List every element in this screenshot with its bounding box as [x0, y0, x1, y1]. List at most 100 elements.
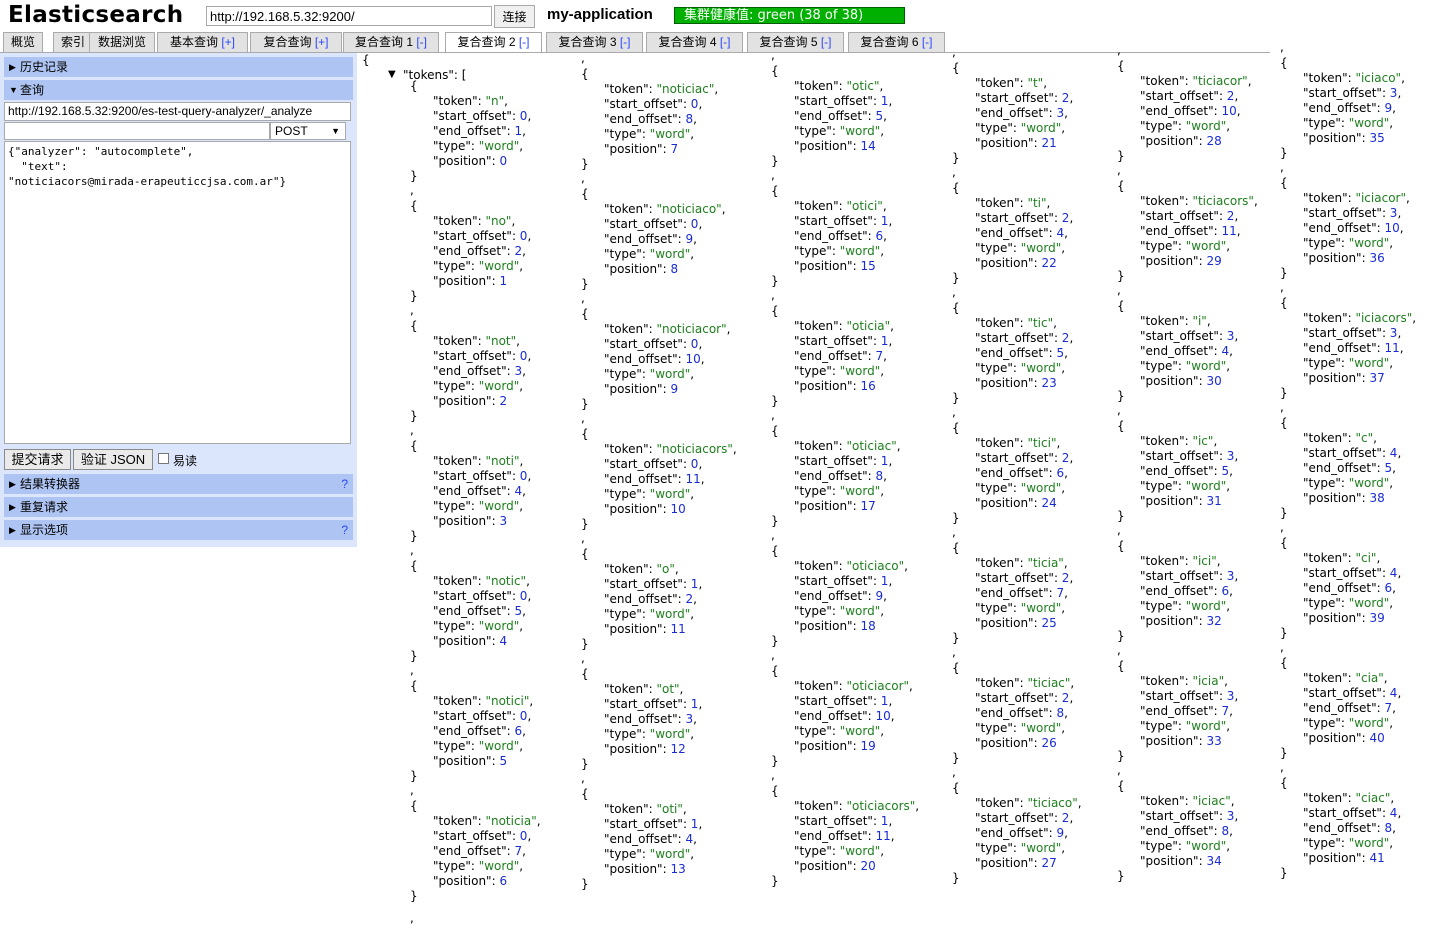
tab-2[interactable]: 数据浏览	[89, 32, 155, 52]
json-key: "type":	[433, 379, 479, 393]
comma: ,	[883, 229, 887, 243]
tab-action[interactable]: [-]	[413, 35, 427, 49]
json-value: "word"	[1185, 839, 1227, 853]
comma: ,	[536, 814, 541, 828]
token-field-row: "start_offset": 0,	[433, 829, 531, 843]
json-key: "position":	[794, 619, 861, 633]
comma: ,	[888, 694, 893, 708]
json-key: "end_offset":	[975, 466, 1057, 480]
comma: ,	[1230, 794, 1235, 808]
json-value: "word"	[1348, 716, 1390, 730]
token-field-row: "start_offset": 2,	[975, 811, 1073, 825]
json-value: 8	[670, 262, 679, 276]
json-value: 28	[1206, 134, 1222, 148]
tab-9[interactable]: 复合查询 5 [-]	[747, 32, 844, 52]
json-key: "token":	[794, 559, 847, 573]
comma: ,	[952, 645, 956, 659]
token-field-row: "position": 14	[794, 139, 876, 153]
tab-6[interactable]: 复合查询 2 [-]	[445, 32, 542, 53]
token-field-row: "end_offset": 6,	[794, 229, 887, 243]
comma: ,	[1064, 106, 1068, 120]
comma: ,	[1280, 760, 1284, 774]
comma: ,	[679, 682, 684, 696]
object-close-brace: }	[1280, 266, 1288, 280]
json-value: 10	[670, 502, 686, 516]
json-key: "token":	[604, 442, 657, 456]
json-value: "word"	[1348, 836, 1390, 850]
tab-action[interactable]: [-]	[717, 35, 731, 49]
comma: ,	[698, 577, 703, 591]
json-value: 31	[1206, 494, 1222, 508]
connect-button[interactable]: 连接	[494, 5, 535, 28]
comma: ,	[1405, 191, 1410, 205]
comma: ,	[1117, 403, 1121, 417]
object-close-brace: }	[410, 649, 418, 663]
json-value: "ticiac"	[1027, 676, 1071, 690]
token-field-row: "position": 8	[604, 262, 678, 276]
tab-action[interactable]: [+]	[218, 35, 235, 49]
tab-1[interactable]: 索引	[53, 32, 93, 52]
comma: ,	[1226, 719, 1231, 733]
object-close-brace: }	[771, 154, 779, 168]
json-key: "type":	[1303, 716, 1349, 730]
tab-5[interactable]: 复合查询 1 [-]	[343, 32, 439, 52]
tab-action[interactable]: [-]	[617, 35, 631, 49]
tab-3[interactable]: 基本查询 [+]	[157, 32, 248, 52]
token-field-row: "position": 38	[1303, 491, 1385, 505]
collapse-triangle-icon[interactable]: ▼	[388, 69, 396, 80]
token-field-row: "type": "word",	[1140, 239, 1230, 253]
tab-8[interactable]: 复合查询 4 [-]	[646, 32, 743, 52]
json-key: "start_offset":	[604, 457, 691, 471]
json-key: "type":	[1303, 236, 1349, 250]
json-value: "word"	[1348, 236, 1390, 250]
json-value: 4	[499, 634, 508, 648]
object-close-brace: }	[1117, 149, 1125, 163]
comma: ,	[410, 303, 414, 317]
token-field-row: "position": 36	[1303, 251, 1385, 265]
json-value: 8	[685, 112, 694, 126]
tab-action[interactable]: [+]	[312, 35, 329, 49]
json-key: "end_offset":	[975, 346, 1057, 360]
object-open-brace: {	[410, 439, 418, 453]
json-value: 6	[499, 874, 508, 888]
comma: ,	[690, 367, 695, 381]
token-field-row: "start_offset": 4,	[1303, 686, 1401, 700]
comma: ,	[1117, 283, 1121, 297]
json-value: "ti"	[1027, 196, 1047, 210]
json-value: "word"	[1185, 479, 1227, 493]
json-key: "position":	[433, 874, 500, 888]
json-value: 4	[514, 484, 523, 498]
json-value: 30	[1206, 374, 1222, 388]
object-close-brace: }	[1280, 146, 1288, 160]
comma: ,	[1389, 116, 1394, 130]
comma: ,	[1117, 763, 1121, 777]
json-key: "type":	[433, 739, 479, 753]
comma: ,	[1117, 523, 1121, 537]
object-close-brace: }	[581, 517, 589, 531]
tab-action[interactable]: [-]	[818, 35, 832, 49]
comma: ,	[1117, 43, 1121, 57]
json-value: "word"	[478, 379, 520, 393]
token-field-row: "start_offset": 4,	[1303, 806, 1401, 820]
token-field-row: "token": "ot",	[604, 682, 683, 696]
token-field-row: "token": "noticiaco",	[604, 202, 726, 216]
tab-action[interactable]: [-]	[919, 35, 933, 49]
comma: ,	[732, 442, 737, 456]
comma: ,	[771, 528, 775, 542]
comma: ,	[771, 48, 775, 62]
cluster-url-input[interactable]	[206, 6, 492, 26]
tab-action[interactable]: [-]	[516, 35, 530, 49]
token-field-row: "position": 13	[604, 862, 686, 876]
object-close-brace: }	[1117, 869, 1125, 883]
comma: ,	[1226, 359, 1231, 373]
json-value: 7	[1384, 701, 1393, 715]
tab-0[interactable]: 概览	[3, 32, 43, 52]
tab-10[interactable]: 复合查询 6 [-]	[848, 32, 945, 52]
comma: ,	[1061, 241, 1066, 255]
object-open-brace: {	[1280, 776, 1288, 790]
tab-4[interactable]: 复合查询 [+]	[250, 32, 342, 52]
tab-7[interactable]: 复合查询 3 [-]	[546, 32, 643, 52]
comma: ,	[690, 727, 695, 741]
json-key: "type":	[1140, 239, 1186, 253]
json-value: 8	[1221, 824, 1230, 838]
